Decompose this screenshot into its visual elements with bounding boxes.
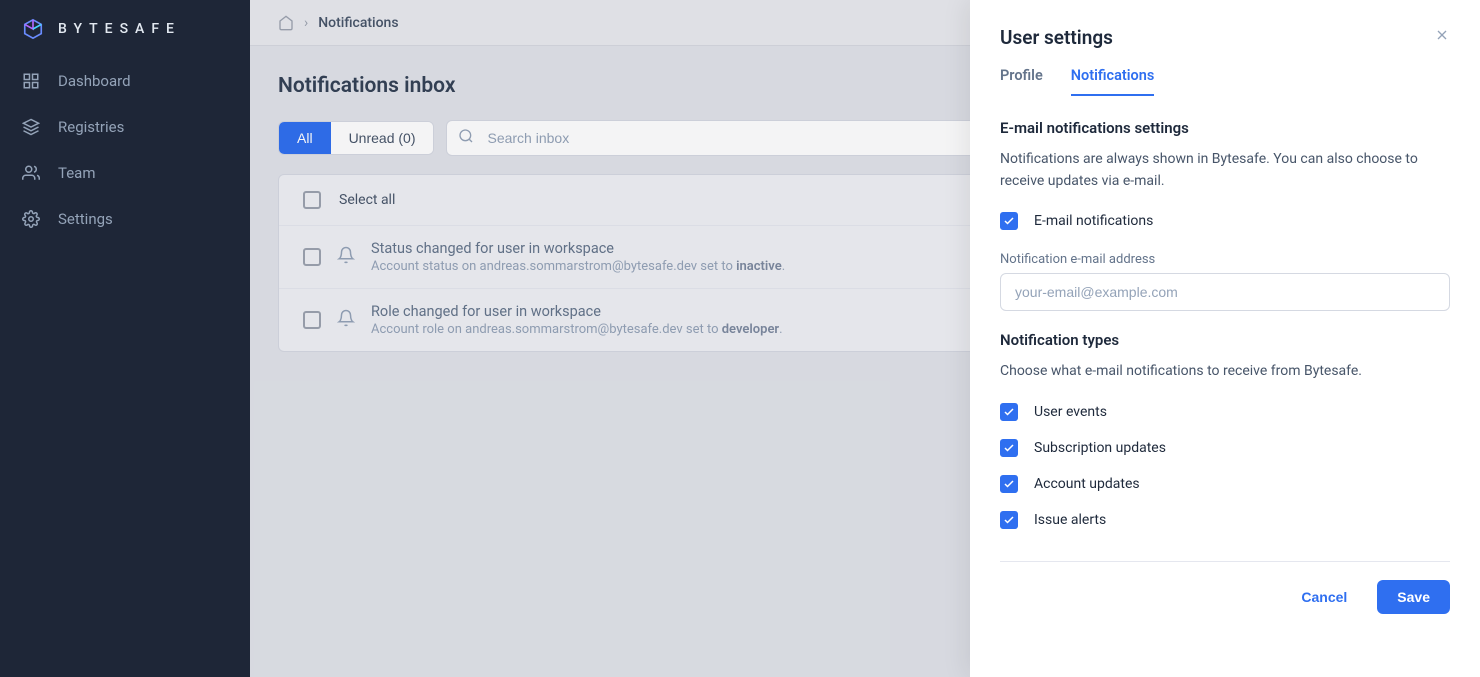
breadcrumb-current: Notifications	[318, 15, 398, 31]
type-checkbox-subscription[interactable]	[1000, 439, 1018, 457]
cancel-button[interactable]: Cancel	[1281, 580, 1367, 614]
close-button[interactable]	[1434, 27, 1450, 48]
row-desc: Account role on andreas.sommarstrom@byte…	[371, 322, 783, 337]
gear-icon	[22, 210, 40, 228]
row-text: Role changed for user in workspace Accou…	[371, 303, 783, 337]
sidebar-item-dashboard[interactable]: Dashboard	[0, 58, 250, 104]
filter-group: All Unread (0)	[278, 121, 434, 155]
sidebar-item-label: Settings	[58, 210, 113, 228]
section-title: Notification types	[1000, 331, 1450, 349]
email-notifications-label: E-mail notifications	[1034, 213, 1153, 229]
save-button[interactable]: Save	[1377, 580, 1450, 614]
divider	[1000, 561, 1450, 562]
filter-unread-button[interactable]: Unread (0)	[331, 122, 434, 154]
section-title: E-mail notifications settings	[1000, 119, 1450, 137]
filter-all-button[interactable]: All	[279, 122, 331, 154]
type-label: Account updates	[1034, 476, 1140, 492]
dashboard-icon	[22, 72, 40, 90]
sidebar-item-settings[interactable]: Settings	[0, 196, 250, 242]
row-desc: Account status on andreas.sommarstrom@by…	[371, 259, 785, 274]
drawer-title: User settings	[1000, 26, 1113, 49]
sidebar-item-label: Team	[58, 164, 96, 182]
section-desc: Notifications are always shown in Bytesa…	[1000, 149, 1450, 192]
bell-icon	[337, 309, 355, 331]
section-desc: Choose what e-mail notifications to rece…	[1000, 361, 1450, 383]
settings-drawer: User settings Profile Notifications E-ma…	[970, 0, 1480, 677]
row-text: Status changed for user in workspace Acc…	[371, 240, 785, 274]
brand-logo[interactable]: BYTESAFE	[0, 8, 250, 58]
users-icon	[22, 164, 40, 182]
type-checkbox-account[interactable]	[1000, 475, 1018, 493]
sidebar: BYTESAFE Dashboard Registries Team Setti…	[0, 0, 250, 677]
row-checkbox[interactable]	[303, 248, 321, 266]
type-label: Issue alerts	[1034, 512, 1106, 528]
row-checkbox[interactable]	[303, 311, 321, 329]
chevron-right-icon: ›	[304, 15, 308, 31]
drawer-tabs: Profile Notifications	[1000, 67, 1450, 97]
type-checkbox-user-events[interactable]	[1000, 403, 1018, 421]
type-label: Subscription updates	[1034, 440, 1166, 456]
logo-icon	[22, 18, 44, 40]
tab-notifications[interactable]: Notifications	[1071, 67, 1155, 96]
type-label: User events	[1034, 404, 1107, 420]
home-icon[interactable]	[278, 15, 294, 31]
bell-icon	[337, 246, 355, 268]
email-field-label: Notification e-mail address	[1000, 252, 1450, 267]
sidebar-item-label: Dashboard	[58, 72, 131, 90]
close-icon	[1434, 27, 1450, 43]
search-icon	[458, 128, 474, 148]
stack-icon	[22, 118, 40, 136]
select-all-label: Select all	[339, 192, 395, 208]
type-checkbox-issue-alerts[interactable]	[1000, 511, 1018, 529]
sidebar-item-label: Registries	[58, 118, 124, 136]
row-title: Role changed for user in workspace	[371, 303, 783, 320]
brand-text: BYTESAFE	[58, 21, 181, 37]
tab-profile[interactable]: Profile	[1000, 67, 1043, 96]
sidebar-item-team[interactable]: Team	[0, 150, 250, 196]
email-input[interactable]	[1000, 273, 1450, 311]
select-all-checkbox[interactable]	[303, 191, 321, 209]
row-title: Status changed for user in workspace	[371, 240, 785, 257]
sidebar-item-registries[interactable]: Registries	[0, 104, 250, 150]
email-notifications-checkbox[interactable]	[1000, 212, 1018, 230]
